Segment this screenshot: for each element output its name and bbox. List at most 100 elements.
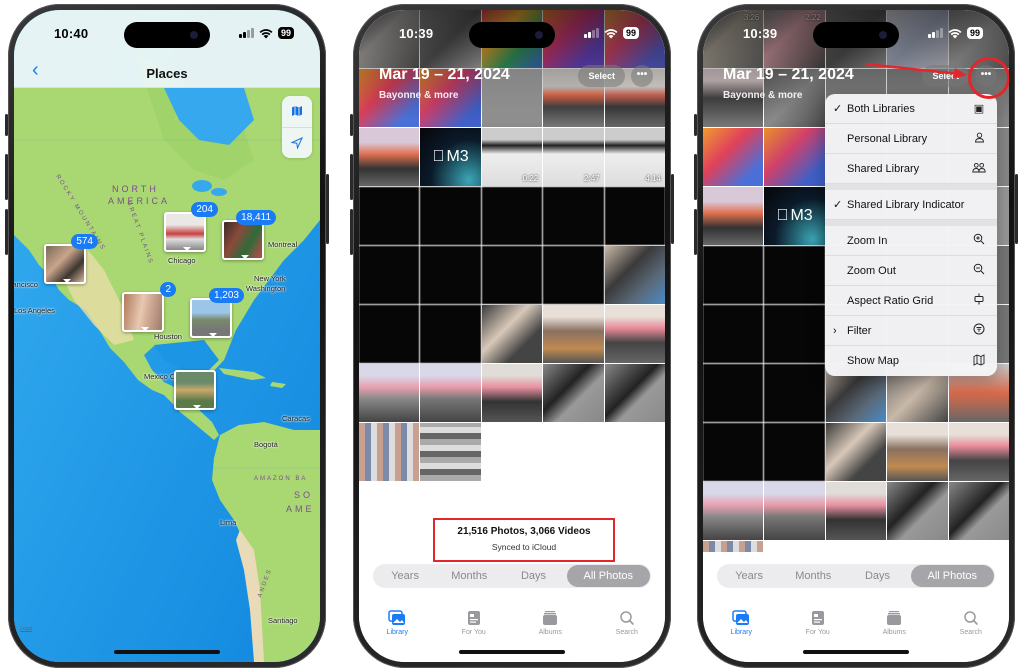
- tab-search[interactable]: Search: [589, 598, 666, 636]
- menu-item-personal-library[interactable]: Personal Library: [825, 124, 997, 154]
- photo-thumbnail[interactable]: [825, 423, 887, 481]
- tab-library[interactable]: Library: [703, 598, 780, 636]
- photo-cluster-pin[interactable]: 574: [44, 234, 98, 284]
- map-view[interactable]: NORTH AMERICA ROCKY MOUNTAINS GREAT PLAI…: [14, 10, 320, 662]
- menu-item-aspect-ratio-grid[interactable]: Aspect Ratio Grid: [825, 286, 997, 316]
- menu-item-shared-library[interactable]: Shared Library: [825, 154, 997, 184]
- city-label: Santiago: [268, 616, 298, 625]
- select-button[interactable]: Select: [578, 65, 625, 87]
- tab-albums[interactable]: Albums: [856, 598, 933, 636]
- segment-all-photos[interactable]: All Photos: [910, 565, 994, 587]
- menu-item-filter[interactable]: › Filter: [825, 316, 997, 346]
- segment-all-photos[interactable]: All Photos: [566, 565, 650, 587]
- view-segmented-control: Years Months Days All Photos: [373, 564, 651, 588]
- photo-thumbnail[interactable]: M3: [420, 128, 481, 186]
- more-options-button[interactable]: •••: [631, 65, 653, 87]
- photo-thumbnail[interactable]: [825, 482, 887, 540]
- screen: 10:40 99 NORTH AMERICA ROCKY MOUNTAINS G…: [14, 10, 320, 662]
- photo-thumbnail[interactable]: [887, 423, 948, 481]
- map-mode-button[interactable]: [282, 96, 312, 127]
- photo-thumbnail[interactable]: [359, 128, 420, 186]
- video-duration: 4:14: [645, 174, 661, 183]
- segment-years[interactable]: Years: [373, 565, 437, 587]
- cluster-count-badge: 2: [160, 282, 176, 297]
- cluster-count-badge: 574: [71, 234, 98, 249]
- tab-for-you[interactable]: For You: [436, 598, 513, 636]
- photo-thumbnail[interactable]: [948, 482, 1009, 540]
- tab-albums[interactable]: Albums: [512, 598, 589, 636]
- redacted-photo: [764, 423, 825, 481]
- menu-item-both-libraries[interactable]: ✓ Both Libraries ▣: [825, 94, 997, 124]
- tab-bar: Library For You Albums Search: [359, 598, 665, 636]
- photo-thumbnail[interactable]: [887, 482, 948, 540]
- cellular-signal-icon: [584, 28, 599, 38]
- tab-for-you[interactable]: For You: [780, 598, 857, 636]
- photo-thumbnail[interactable]: [543, 364, 604, 422]
- menu-item-zoom-in[interactable]: Zoom In: [825, 226, 997, 256]
- photo-thumbnail[interactable]: [359, 423, 420, 481]
- cellular-signal-icon: [928, 28, 943, 38]
- photo-cluster-pin[interactable]: [174, 370, 216, 410]
- map-label-america: AMERICA: [108, 196, 171, 206]
- screen: 10:39 99 Mar 19 – 21, 2024 Bayonne & mor…: [359, 10, 665, 662]
- photo-thumbnail[interactable]: [948, 423, 1009, 481]
- photo-thumbnail[interactable]: [703, 187, 764, 245]
- menu-item-zoom-out[interactable]: Zoom Out: [825, 256, 997, 286]
- photo-thumbnail[interactable]: [604, 305, 665, 363]
- photo-cluster-pin[interactable]: 204: [164, 202, 218, 252]
- legal-link[interactable]: Legal: [20, 626, 32, 632]
- map-label-north: NORTH: [112, 184, 159, 194]
- redacted-photo: [703, 305, 764, 363]
- location-subtitle: Bayonne & more: [379, 90, 459, 101]
- current-location-button[interactable]: [282, 126, 312, 159]
- albums-icon: [543, 611, 558, 625]
- ellipsis-icon: •••: [636, 69, 648, 80]
- photo-thumbnail[interactable]: [420, 364, 481, 422]
- photo-thumbnail[interactable]: [604, 364, 665, 422]
- menu-item-show-map[interactable]: Show Map: [825, 346, 997, 376]
- photo-thumbnail[interactable]: [420, 423, 481, 481]
- menu-item-shared-library-indicator[interactable]: ✓ Shared Library Indicator: [825, 190, 997, 220]
- segment-months[interactable]: Months: [781, 565, 845, 587]
- segment-days[interactable]: Days: [845, 565, 909, 587]
- cellular-signal-icon: [239, 28, 254, 38]
- video-thumbnail[interactable]: 2:47: [543, 128, 604, 186]
- checkmark-icon: ✓: [833, 199, 843, 211]
- redacted-photo: [764, 305, 825, 363]
- photo-thumbnail[interactable]: M3: [764, 187, 825, 245]
- photo-thumbnail[interactable]: [604, 246, 665, 304]
- redacted-photo: [543, 246, 604, 304]
- tab-library[interactable]: Library: [359, 598, 436, 636]
- redacted-photo: [703, 364, 764, 422]
- clock: 10:39: [399, 25, 434, 41]
- photo-thumbnail[interactable]: [481, 364, 543, 422]
- photo-thumbnail[interactable]: [703, 482, 764, 540]
- photo-thumbnail[interactable]: [481, 305, 543, 363]
- cluster-thumbnail: [222, 220, 264, 260]
- clock: 10:40: [54, 25, 89, 41]
- section-header: Mar 19 – 21, 2024 Bayonne & more: [379, 66, 510, 101]
- photo-thumbnail[interactable]: [764, 482, 825, 540]
- home-indicator: [459, 650, 565, 654]
- wifi-icon: [259, 28, 273, 38]
- photo-thumbnail[interactable]: [764, 128, 825, 186]
- photo-cluster-pin[interactable]: 1,203: [190, 288, 244, 338]
- photo-cluster-pin[interactable]: 18,411: [222, 210, 276, 260]
- photo-thumbnail[interactable]: [359, 364, 420, 422]
- clock: 10:39: [743, 25, 778, 41]
- video-thumbnail[interactable]: 0:22: [481, 128, 543, 186]
- photo-thumbnail[interactable]: [543, 305, 604, 363]
- location-arrow-icon: [291, 136, 303, 149]
- video-thumbnail[interactable]: 4:14: [604, 128, 665, 186]
- date-range-title: Mar 19 – 21, 2024: [379, 66, 510, 83]
- tab-search[interactable]: Search: [933, 598, 1010, 636]
- photo-thumbnail[interactable]: [703, 128, 764, 186]
- photo-cluster-pin[interactable]: 2: [122, 282, 176, 332]
- segment-days[interactable]: Days: [501, 565, 565, 587]
- redacted-photo: [420, 246, 481, 304]
- segment-years[interactable]: Years: [717, 565, 781, 587]
- map-icon: [971, 353, 987, 369]
- wifi-icon: [948, 28, 962, 38]
- segment-months[interactable]: Months: [437, 565, 501, 587]
- city-label: Chicago: [168, 256, 196, 265]
